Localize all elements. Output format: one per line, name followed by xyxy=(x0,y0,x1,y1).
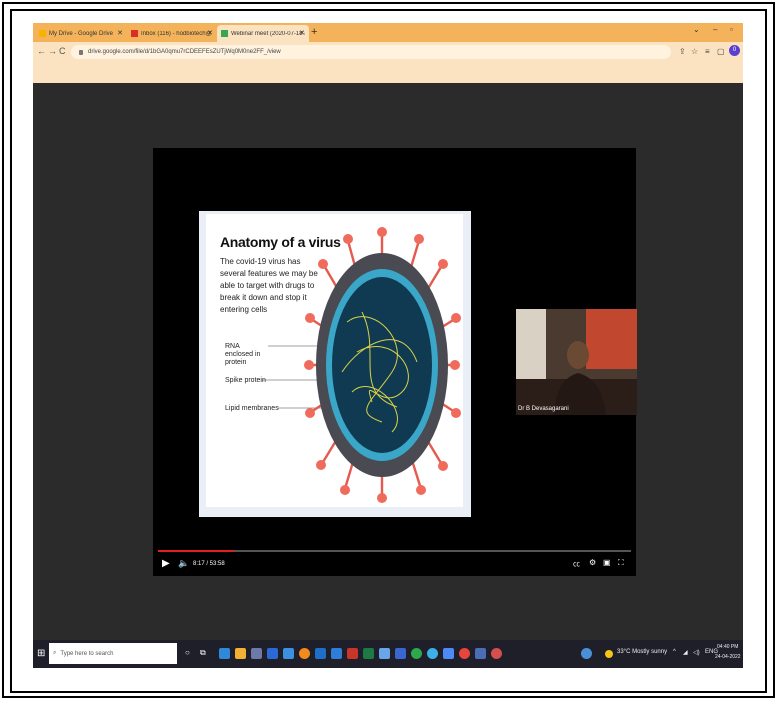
speaker-icon[interactable]: ◁) xyxy=(693,649,700,656)
chrome-icon[interactable] xyxy=(459,648,470,659)
drive-icon xyxy=(221,30,228,37)
share-icon[interactable]: ⇪ xyxy=(679,47,686,56)
star-icon[interactable]: ☆ xyxy=(691,47,698,56)
close-icon[interactable]: ✕ xyxy=(207,29,213,37)
lock-icon xyxy=(79,49,83,55)
edge-icon[interactable] xyxy=(219,648,230,659)
back-icon[interactable]: ← xyxy=(37,46,46,56)
time-display: 8:17 / 53:58 xyxy=(193,561,225,567)
chevron-up-icon[interactable]: ^ xyxy=(673,649,676,655)
close-icon[interactable]: ✕ xyxy=(299,29,305,37)
fullscreen-icon[interactable]: ⛶ xyxy=(618,558,624,568)
weather-icon xyxy=(605,650,613,658)
clock-date[interactable]: 24-04-2022 xyxy=(715,654,741,660)
tab-label: Webinar meet (2020-07-18 at 1... xyxy=(231,30,305,37)
settings-icon[interactable]: ⚙ xyxy=(589,558,596,567)
excel-icon[interactable] xyxy=(363,648,374,659)
tab-inbox[interactable]: Inbox (116) - hodbiotech@sru.edu ✕ xyxy=(127,25,217,42)
address-input[interactable]: drive.google.com/file/d/1bGA0qmu7rCDEEFE… xyxy=(71,45,671,59)
store-icon[interactable] xyxy=(251,648,262,659)
windows-taskbar: ⊞ ⌕ Type here to search ○ ⧉ 33°C Mostly … xyxy=(33,640,743,668)
network-icon[interactable]: ◢ xyxy=(683,649,688,656)
sidebar-icon[interactable]: ▢ xyxy=(717,47,725,56)
pen-icon[interactable] xyxy=(379,648,390,659)
zoom-icon[interactable] xyxy=(443,648,454,659)
new-tab-button[interactable]: + xyxy=(311,26,317,38)
tab-search-icon[interactable]: ≡ xyxy=(705,47,710,56)
participant-video: Dr B Devasagarani xyxy=(516,309,637,415)
participant-name: Dr B Devasagarani xyxy=(518,406,569,412)
address-toolbar: ← → C drive.google.com/file/d/1bGA0qmu7r… xyxy=(33,42,743,63)
taskbar-search-input[interactable]: ⌕ Type here to search xyxy=(49,643,177,664)
powerpoint-icon[interactable] xyxy=(347,648,358,659)
photos-icon[interactable] xyxy=(475,648,486,659)
search-placeholder: Type here to search xyxy=(60,650,114,657)
maximize-icon[interactable]: ▫ xyxy=(730,25,733,34)
drive-icon xyxy=(39,30,46,37)
telegram-icon[interactable] xyxy=(427,648,438,659)
teams-icon[interactable] xyxy=(395,648,406,659)
virus-illustration xyxy=(304,227,461,503)
presentation-slide: Anatomy of a virus The covid-19 virus ha… xyxy=(206,214,463,507)
mail-icon[interactable] xyxy=(283,648,294,659)
outlook-icon[interactable] xyxy=(331,648,342,659)
toolbar-band xyxy=(33,63,743,83)
firefox-icon[interactable] xyxy=(299,648,310,659)
seek-bar[interactable] xyxy=(158,550,631,552)
reload-icon[interactable]: C xyxy=(59,46,66,56)
close-icon[interactable]: ✕ xyxy=(117,29,123,37)
windows-start-icon[interactable]: ⊞ xyxy=(37,648,45,659)
captions-icon[interactable]: ㏄ xyxy=(573,559,580,569)
tab-webinar[interactable]: Webinar meet (2020-07-18 at 1... ✕ xyxy=(217,25,309,42)
browser-tab-bar: My Drive - Google Drive ✕ Inbox (116) - … xyxy=(33,23,743,42)
task-view-icon[interactable]: ⧉ xyxy=(200,648,211,659)
gmail-icon xyxy=(131,30,138,37)
tab-my-drive[interactable]: My Drive - Google Drive ✕ xyxy=(35,25,127,42)
chevron-down-icon[interactable]: ⌄ xyxy=(693,25,700,34)
word-icon[interactable] xyxy=(315,648,326,659)
tab-label: Inbox (116) - hodbiotech@sru.edu xyxy=(141,30,211,37)
volume-icon[interactable]: 🔈 xyxy=(178,558,189,569)
forward-icon[interactable]: → xyxy=(48,46,57,56)
weather-text[interactable]: 33°C Mostly sunny xyxy=(617,649,667,655)
dropbox-icon[interactable] xyxy=(267,648,278,659)
url-text: drive.google.com/file/d/1bGA0qmu7rCDEEFE… xyxy=(88,49,281,55)
screenshot-screen: My Drive - Google Drive ✕ Inbox (116) - … xyxy=(33,23,743,668)
search-icon: ⌕ xyxy=(53,650,57,656)
video-player[interactable]: Anatomy of a virus The covid-19 virus ha… xyxy=(153,148,637,576)
profile-avatar[interactable]: 0 xyxy=(729,45,740,56)
whatsapp-icon[interactable] xyxy=(411,648,422,659)
file-explorer-icon[interactable] xyxy=(235,648,246,659)
clock-time[interactable]: 04:40 PM xyxy=(717,644,738,650)
minimize-icon[interactable]: – xyxy=(713,25,717,34)
miniplayer-icon[interactable]: ▣ xyxy=(603,558,611,567)
chrome-active-icon[interactable] xyxy=(491,648,502,659)
participant-image xyxy=(516,309,637,415)
play-icon[interactable]: ▶ xyxy=(162,558,170,569)
system-app-icon[interactable] xyxy=(581,648,592,659)
seek-progress xyxy=(158,550,234,552)
tab-label: My Drive - Google Drive xyxy=(49,30,114,37)
cortana-icon[interactable]: ○ xyxy=(185,648,196,659)
